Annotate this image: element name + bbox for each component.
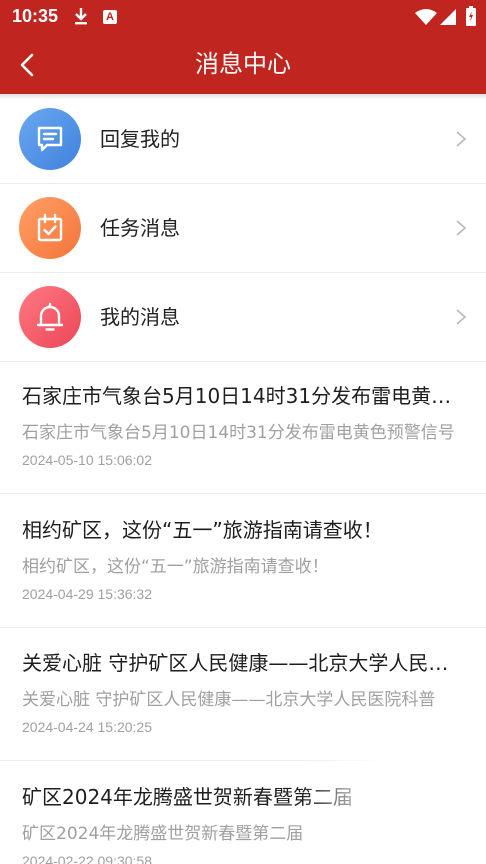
menu-item-label: 我的消息 (100, 305, 180, 329)
menu-item-replies[interactable]: 回复我的 (0, 94, 486, 184)
chevron-right-icon (456, 220, 467, 236)
news-summary: 相约矿区，这份“五一”旅游指南请查收！ (22, 557, 329, 577)
news-date: 2024-04-24 15:20:25 (22, 719, 152, 735)
bell-icon (36, 302, 64, 331)
menu-item-tasks[interactable]: 任务消息 (0, 183, 486, 273)
calendar-icon-badge (19, 197, 81, 259)
news-summary: 石家庄市气象台5月10日14时31分发布雷电黄色预警信号 (22, 423, 455, 443)
wifi-icon (415, 9, 437, 25)
page-title: 消息中心 (195, 50, 291, 78)
chevron-right-icon (456, 131, 467, 147)
battery-icon (466, 6, 476, 26)
news-item[interactable]: 石家庄市气象台5月10日14时31分发布雷电黄色预警信号 石家庄市气象台5月10… (0, 360, 486, 494)
news-summary: 关爱心脏 守护矿区人民健康——北京大学人民医院科普 (22, 690, 436, 710)
calendar-check-icon (37, 213, 63, 242)
app-header: 消息中心 (0, 36, 486, 94)
news-title: 关爱心脏 守护矿区人民健康——北京大学人民医院科普 (22, 651, 468, 675)
news-item[interactable]: 相约矿区，这份“五一”旅游指南请查收！ 相约矿区，这份“五一”旅游指南请查收！ … (0, 494, 486, 628)
menu-item-label: 任务消息 (100, 216, 180, 240)
bell-icon-badge (19, 286, 81, 348)
signal-icon (440, 9, 456, 25)
download-icon (75, 8, 87, 25)
status-bar: 10:35 A (0, 0, 486, 36)
chat-icon (37, 126, 63, 152)
news-item[interactable]: 关爱心脏 守护矿区人民健康——北京大学人民医院科普 关爱心脏 守护矿区人民健康—… (0, 627, 486, 761)
a-icon: A (103, 10, 117, 24)
news-date: 2024-02-22 09:30:58 (22, 853, 152, 864)
news-date: 2024-05-10 15:06:02 (22, 452, 152, 468)
status-time: 10:35 (12, 6, 59, 26)
corner-fade-overlay (300, 760, 486, 864)
chevron-right-icon (456, 309, 467, 325)
news-title: 相约矿区，这份“五一”旅游指南请查收！ (22, 518, 383, 542)
menu-item-label: 回复我的 (100, 127, 180, 151)
news-date: 2024-04-29 15:36:32 (22, 586, 152, 602)
chat-icon-badge (19, 108, 81, 170)
news-title: 石家庄市气象台5月10日14时31分发布雷电黄色预警信号 (22, 384, 468, 408)
menu-item-my-messages[interactable]: 我的消息 (0, 272, 486, 362)
